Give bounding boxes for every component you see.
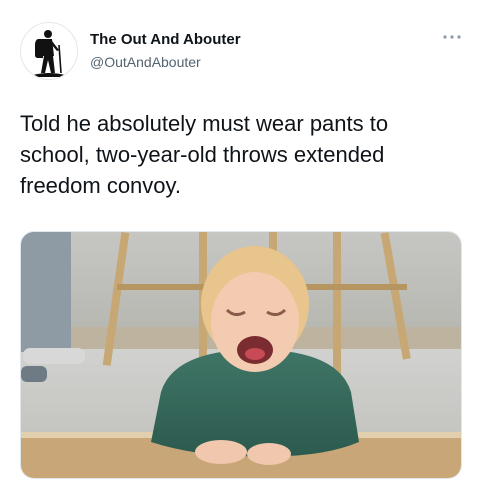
author-handle[interactable]: @OutAndAbouter bbox=[90, 54, 201, 70]
author-avatar[interactable] bbox=[20, 22, 78, 80]
hiker-silhouette-icon bbox=[33, 30, 65, 77]
more-options-icon[interactable] bbox=[440, 30, 464, 44]
tweet-card: The Out And Abouter @OutAndAbouter Told … bbox=[0, 0, 480, 494]
crying-child-photo bbox=[21, 232, 461, 478]
tweet-photo[interactable] bbox=[20, 231, 462, 479]
author-name[interactable]: The Out And Abouter bbox=[90, 31, 241, 48]
tweet-text: Told he absolutely must wear pants to sc… bbox=[20, 111, 389, 198]
